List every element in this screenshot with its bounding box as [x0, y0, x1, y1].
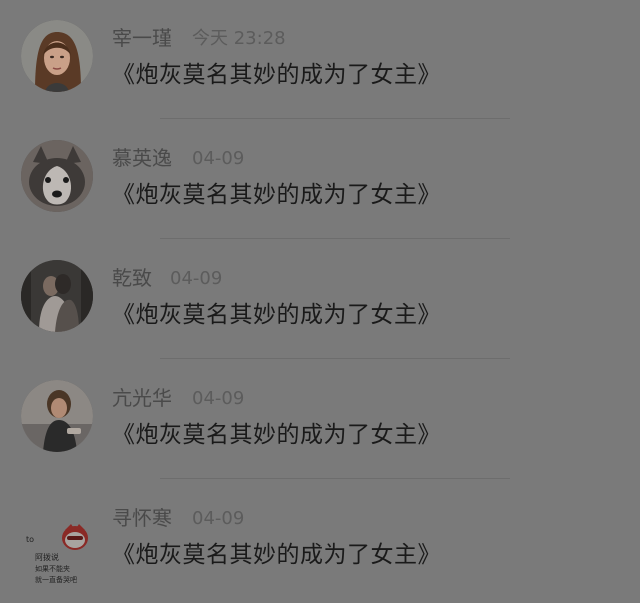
comment-list: 宰一瑾 今天 23:28 《炮灰莫名其妙的成为了女主》 慕英逸 04-09 《炮… — [0, 0, 640, 603]
sticker-text: to — [26, 535, 34, 544]
commenter-name[interactable]: 亢光华 — [112, 384, 172, 412]
woman-portrait-avatar[interactable] — [21, 20, 93, 92]
couple-photo-avatar[interactable] — [21, 260, 93, 332]
comment-item[interactable]: 亢光华 04-09 《炮灰莫名其妙的成为了女主》 — [0, 360, 640, 480]
comment-time: 04-09 — [192, 388, 245, 409]
comment-time: 04-09 — [170, 268, 223, 289]
comment-time: 04-09 — [192, 148, 245, 169]
divider — [160, 358, 510, 359]
divider — [160, 238, 510, 239]
cartoon-sticker-avatar[interactable]: to 阿拨说 如果不能夹 就一直备哭吧 — [21, 500, 93, 584]
sticker-text: 阿拨说 — [35, 552, 59, 562]
comment-time: 今天 23:28 — [192, 28, 286, 49]
divider — [160, 478, 510, 479]
comment-item[interactable]: to 阿拨说 如果不能夹 就一直备哭吧 寻怀寒 04-09 《炮灰莫名其妙的成为… — [0, 480, 640, 600]
comment-text: 《炮灰莫名其妙的成为了女主》 — [112, 542, 441, 568]
commenter-name[interactable]: 慕英逸 — [112, 144, 172, 172]
sticker-text: 就一直备哭吧 — [35, 575, 77, 584]
comment-item[interactable]: 宰一瑾 今天 23:28 《炮灰莫名其妙的成为了女主》 — [0, 0, 640, 120]
divider — [160, 118, 510, 119]
husky-dog-avatar[interactable] — [21, 140, 93, 212]
commenter-name[interactable]: 宰一瑾 — [112, 24, 172, 52]
comment-time: 04-09 — [192, 508, 245, 529]
comment-text: 《炮灰莫名其妙的成为了女主》 — [112, 422, 441, 448]
comment-text: 《炮灰莫名其妙的成为了女主》 — [112, 182, 441, 208]
comment-text: 《炮灰莫名其妙的成为了女主》 — [112, 302, 441, 328]
commenter-name[interactable]: 乾致 — [112, 264, 152, 292]
comment-item[interactable]: 乾致 04-09 《炮灰莫名其妙的成为了女主》 — [0, 240, 640, 360]
sticker-text: 如果不能夹 — [35, 564, 70, 573]
comment-item[interactable]: 慕英逸 04-09 《炮灰莫名其妙的成为了女主》 — [0, 120, 640, 240]
girl-photo-avatar[interactable] — [21, 380, 93, 452]
commenter-name[interactable]: 寻怀寒 — [112, 504, 172, 532]
comment-text: 《炮灰莫名其妙的成为了女主》 — [112, 62, 441, 88]
